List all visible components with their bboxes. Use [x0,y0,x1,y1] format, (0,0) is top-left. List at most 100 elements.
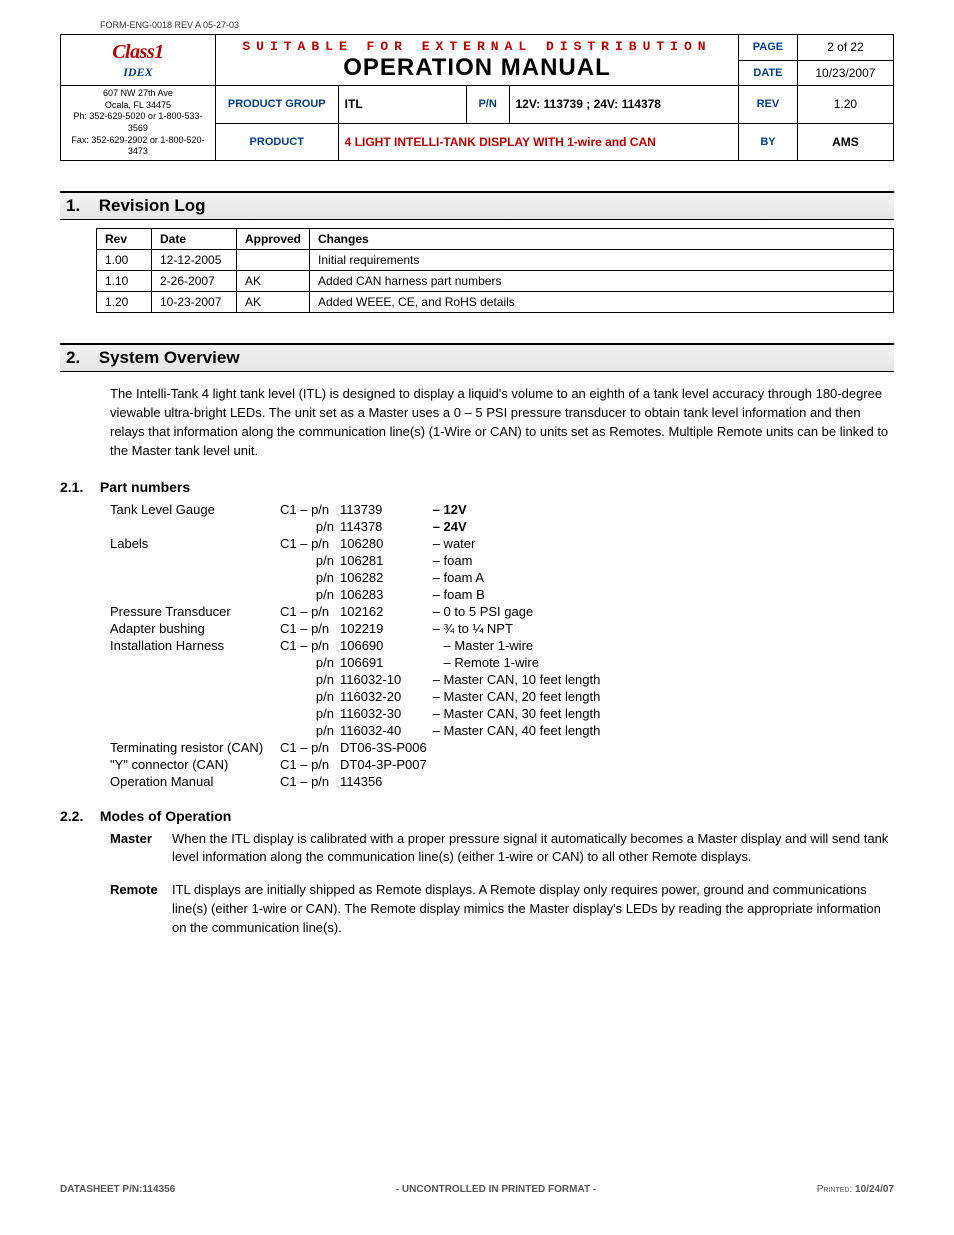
part-prefix: C1 – p/n [280,501,340,518]
part-desc: – Master CAN, 10 feet length [433,671,607,688]
product-group-label: PRODUCT GROUP [215,86,338,124]
section-number: 1. [66,196,94,216]
part-prefix: p/n [280,688,340,705]
part-name: Pressure Transducer [110,603,280,620]
logo-idex: IDEX [67,65,209,80]
part-prefix: C1 – p/n [280,773,340,790]
part-row: Terminating resistor (CAN)C1 – p/nDT06-3… [110,739,606,756]
cell-rev: 1.10 [97,271,152,292]
section-title: Revision Log [99,196,206,215]
part-number: 102219 [340,620,433,637]
date-value: 10/23/2007 [797,60,893,86]
mode-label: Remote [110,881,172,938]
part-name [110,671,280,688]
address-cell: 607 NW 27th Ave Ocala, FL 34475 Ph: 352-… [61,86,216,161]
footer-right: Printed: 10/24/07 [817,1184,894,1195]
subsection-title: Part numbers [100,479,190,495]
subsection-number: 2.2. [60,808,96,824]
part-name [110,654,280,671]
by-label: BY [739,123,798,161]
system-overview-text: The Intelli-Tank 4 light tank level (ITL… [110,385,894,460]
section-revision-log-heading: 1. Revision Log [60,191,894,220]
part-row: p/n116032-40– Master CAN, 40 feet length [110,722,606,739]
part-prefix: p/n [280,518,340,535]
part-row: Tank Level GaugeC1 – p/n113739– 12V [110,501,606,518]
part-number: DT04-3P-P007 [340,756,433,773]
part-number: 114356 [340,773,433,790]
subsection-title: Modes of Operation [100,808,231,824]
modes-container: MasterWhen the ITL display is calibrated… [60,830,894,938]
part-number: 106281 [340,552,433,569]
section-number: 2. [66,348,94,368]
part-name: Installation Harness [110,637,280,654]
mode-row: MasterWhen the ITL display is calibrated… [110,830,894,868]
part-prefix: p/n [280,671,340,688]
subsection-number: 2.1. [60,479,96,495]
mode-text: When the ITL display is calibrated with … [172,830,894,868]
part-prefix: C1 – p/n [280,637,340,654]
manual-title: OPERATION MANUAL [216,54,738,85]
part-desc: – foam [433,552,607,569]
part-name [110,552,280,569]
cell-changes: Initial requirements [310,250,894,271]
footer-printed-label: Printed: [817,1184,853,1195]
part-name: Operation Manual [110,773,280,790]
col-changes: Changes [310,229,894,250]
addr-line: Ph: 352-629-5020 or 1-800-533-3569 [73,111,202,133]
part-number: 113739 [340,501,433,518]
part-name [110,688,280,705]
logo-cell: Class1 IDEX [61,35,216,86]
part-row: p/n106283– foam B [110,586,606,603]
section-system-overview-heading: 2. System Overview [60,343,894,372]
addr-line: Ocala, FL 34475 [105,100,171,110]
table-row: 1.0012-12-2005 Initial requirements [97,250,894,271]
part-name [110,722,280,739]
date-label: DATE [739,60,798,86]
part-desc: – foam A [433,569,607,586]
rev-value: 1.20 [797,86,893,124]
part-desc: – Master 1-wire [433,637,607,654]
part-row: LabelsC1 – p/n106280– water [110,535,606,552]
part-number: 116032-10 [340,671,433,688]
part-number: 106282 [340,569,433,586]
rev-label: REV [739,86,798,124]
part-number: 106690 [340,637,433,654]
mode-text: ITL displays are initially shipped as Re… [172,881,894,938]
cell-date: 2-26-2007 [152,271,237,292]
part-desc: – Remote 1-wire [433,654,607,671]
cell-changes: Added WEEE, CE, and RoHS details [310,292,894,313]
document-page: FORM-ENG-0018 REV A 05-27-03 Class1 IDEX… [0,0,954,1235]
mode-label: Master [110,830,172,868]
part-desc [433,739,607,756]
cell-rev: 1.00 [97,250,152,271]
by-value: AMS [797,123,893,161]
col-date: Date [152,229,237,250]
revision-log-table: Rev Date Approved Changes 1.0012-12-2005… [96,228,894,313]
part-row: p/n116032-20– Master CAN, 20 feet length [110,688,606,705]
part-name [110,569,280,586]
cell-rev: 1.20 [97,292,152,313]
part-desc: – Master CAN, 30 feet length [433,705,607,722]
part-name: "Y" connector (CAN) [110,756,280,773]
title-cell: SUITABLE FOR EXTERNAL DISTRIBUTION OPERA… [215,35,738,86]
part-prefix: C1 – p/n [280,739,340,756]
part-number: 106691 [340,654,433,671]
product-group-value: ITL [338,86,466,124]
part-number: 116032-30 [340,705,433,722]
pn-value: 12V: 113739 ; 24V: 114378 [509,86,739,124]
part-row: Pressure TransducerC1 – p/n102162– 0 to … [110,603,606,620]
product-label: PRODUCT [215,123,338,161]
part-number: 116032-40 [340,722,433,739]
page-footer: DATASHEET P/N:114356 - UNCONTROLLED IN P… [60,1184,894,1195]
addr-line: Fax: 352-629-2902 or 1-800-520-3473 [71,135,204,157]
footer-center: - UNCONTROLLED IN PRINTED FORMAT - [396,1184,596,1195]
subsection-part-numbers-heading: 2.1. Part numbers [60,479,894,495]
subsection-modes-heading: 2.2. Modes of Operation [60,808,894,824]
part-numbers-table: Tank Level GaugeC1 – p/n113739– 12Vp/n11… [110,501,606,790]
part-name: Adapter bushing [110,620,280,637]
distribution-label: SUITABLE FOR EXTERNAL DISTRIBUTION [216,35,738,54]
section-title: System Overview [99,348,240,367]
table-row: 1.2010-23-2007AKAdded WEEE, CE, and RoHS… [97,292,894,313]
cell-date: 12-12-2005 [152,250,237,271]
footer-left: DATASHEET P/N:114356 [60,1184,175,1195]
